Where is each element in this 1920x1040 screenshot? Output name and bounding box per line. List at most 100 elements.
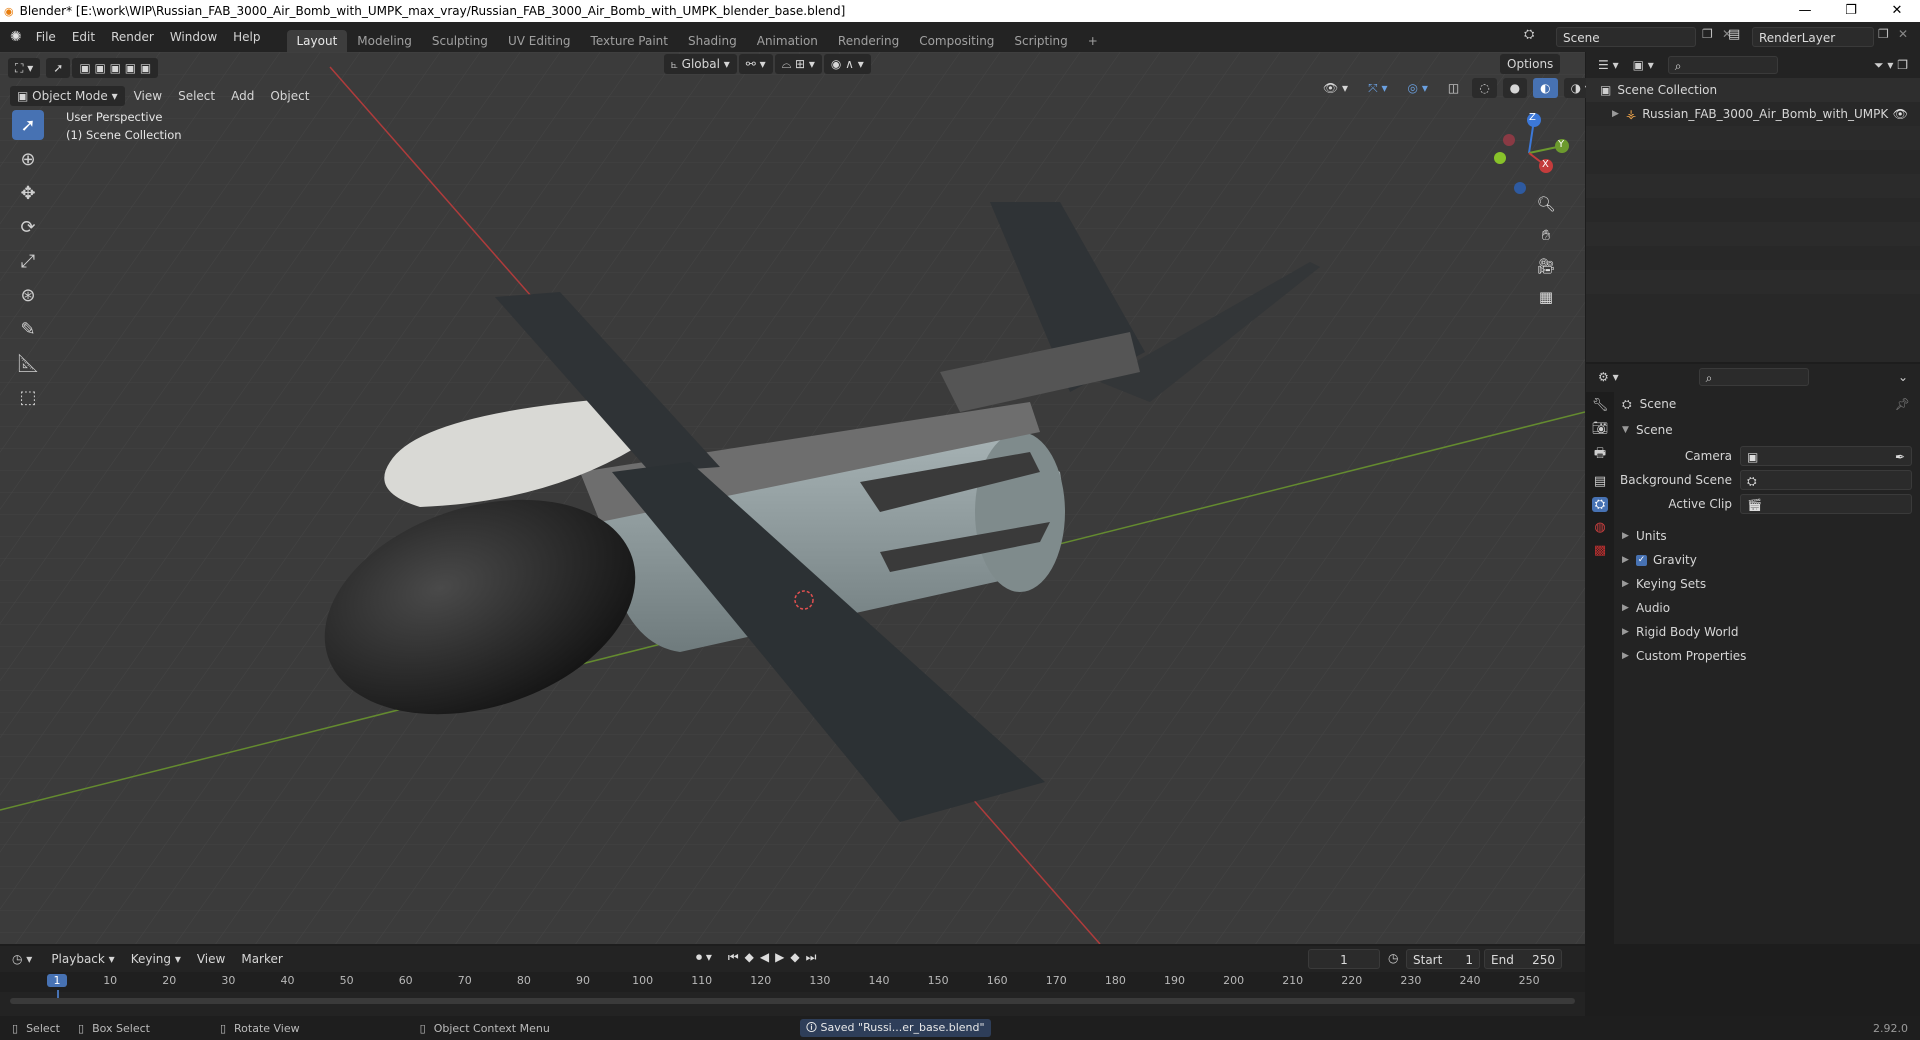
visibility-eye-icon[interactable]: 👁︎ xyxy=(1893,107,1908,121)
frame-ruler[interactable]: 1 10 20 30 40 50 60 70 80 90 100 110 120 130 140 150 160… xyxy=(0,972,1585,1004)
panel-audio[interactable]: ▶ Audio xyxy=(1618,596,1914,620)
tab-shading[interactable]: Shading xyxy=(678,30,747,52)
pivot-icon[interactable]: ⚯ ▾ xyxy=(738,54,773,74)
camera-field[interactable]: ▣ ✒ xyxy=(1740,446,1912,466)
cursor-tool[interactable]: ⊕ xyxy=(12,144,44,174)
play-icon[interactable]: ▶ xyxy=(775,950,784,965)
visibility-eye-icon[interactable]: 👁︎ ▾ xyxy=(1316,78,1355,98)
record-icon[interactable]: ⏺ ▾ xyxy=(696,950,712,965)
add-cube-tool[interactable]: ⬚ xyxy=(12,382,44,412)
tab-rendering[interactable]: Rendering xyxy=(828,30,909,52)
annotate-tool[interactable]: ✎ xyxy=(12,314,44,344)
xray-icon[interactable]: ◫ xyxy=(1441,78,1466,98)
panel-units[interactable]: ▶ Units xyxy=(1618,524,1914,548)
minimize-button[interactable]: — xyxy=(1782,0,1828,22)
zoom-icon[interactable]: 🔍︎ xyxy=(1532,190,1560,218)
view-layer-icon[interactable]: ▤ xyxy=(1728,27,1740,42)
tab-modeling[interactable]: Modeling xyxy=(347,30,422,52)
playback-menu[interactable]: Playback ▾ xyxy=(44,949,121,969)
scene-selector[interactable]: Scene xyxy=(1556,27,1696,47)
next-keyframe-icon[interactable]: ◆ xyxy=(790,950,799,965)
scene-section-header[interactable]: ▼ Scene xyxy=(1618,418,1914,442)
menu-help[interactable]: Help xyxy=(225,22,268,52)
prev-keyframe-icon[interactable]: ◆ xyxy=(745,950,754,965)
properties-editor-icon[interactable]: ⚙ ▾ xyxy=(1598,370,1619,384)
select-mode-icon[interactable]: ➚ xyxy=(46,58,71,78)
restore-button[interactable]: ❐ xyxy=(1828,0,1874,22)
scale-tool[interactable]: ⤢ xyxy=(12,246,44,276)
camera-view-icon[interactable]: 🎥︎ xyxy=(1532,252,1560,280)
tab-compositing[interactable]: Compositing xyxy=(909,30,1004,52)
menu-select[interactable]: Select xyxy=(171,86,222,106)
end-frame-field[interactable]: End 250 xyxy=(1484,949,1562,969)
current-frame-marker[interactable]: 1 xyxy=(47,974,67,987)
jump-start-icon[interactable]: ⏮ xyxy=(728,950,739,965)
editor-type-icon[interactable]: ⛶ ▾ xyxy=(8,58,41,78)
3d-viewport[interactable]: User Perspective (1) Scene Collection ➚ … xyxy=(0,52,1585,944)
proportional-edit-icon[interactable]: ◉ ∧ ▾ xyxy=(823,54,871,74)
select-box-tool[interactable]: ➚ xyxy=(12,110,44,140)
jump-end-icon[interactable]: ⏭ xyxy=(806,950,817,965)
menu-view[interactable]: View xyxy=(127,86,169,106)
delete-layer-icon[interactable]: ✕ xyxy=(1898,27,1908,41)
close-button[interactable]: ✕ xyxy=(1874,0,1920,22)
keying-menu[interactable]: Keying ▾ xyxy=(124,949,188,969)
scene-icon[interactable]: ⛭ xyxy=(1524,27,1534,42)
orientation-dropdown[interactable]: ⦜ Global ▾ xyxy=(664,54,737,74)
outliner-root-row[interactable]: ▣ Scene Collection xyxy=(1586,78,1920,102)
tab-layout[interactable]: Layout xyxy=(286,30,348,52)
move-tool[interactable]: ✥ xyxy=(12,178,44,208)
display-mode-icon[interactable]: ▣ ▾ xyxy=(1633,58,1654,72)
outliner-editor-icon[interactable]: ☰ ▾ xyxy=(1598,58,1619,72)
properties-search-input[interactable]: ⌕ xyxy=(1698,368,1809,386)
preview-range-icon[interactable]: ◷ xyxy=(1388,951,1398,965)
options-dropdown[interactable]: Options xyxy=(1500,54,1561,74)
measure-tool[interactable]: 📐︎ xyxy=(12,348,44,378)
panel-custom-properties[interactable]: ▶ Custom Properties xyxy=(1618,644,1914,668)
blender-menu-icon[interactable]: ✺ xyxy=(10,29,22,45)
tab-sculpting[interactable]: Sculpting xyxy=(422,30,498,52)
world-tab-icon[interactable]: ◍ xyxy=(1594,520,1605,535)
menu-edit[interactable]: Edit xyxy=(64,22,103,52)
rotate-tool[interactable]: ⟳ xyxy=(12,212,44,242)
menu-file[interactable]: File xyxy=(28,22,64,52)
shading-wireframe-icon[interactable]: ◌ xyxy=(1472,78,1497,98)
render-tab-icon[interactable]: 📷︎ xyxy=(1592,421,1609,436)
panel-gravity[interactable]: ▶ ✓ Gravity xyxy=(1618,548,1914,572)
renderlayer-selector[interactable]: RenderLayer xyxy=(1752,27,1874,47)
tab-scripting[interactable]: Scripting xyxy=(1004,30,1077,52)
tab-texture-paint[interactable]: Texture Paint xyxy=(581,30,678,52)
timeline-editor-icon[interactable]: ◷ ▾ xyxy=(12,952,32,966)
menu-render[interactable]: Render xyxy=(103,22,162,52)
panel-keying-sets[interactable]: ▶ Keying Sets xyxy=(1618,572,1914,596)
active-clip-field[interactable]: 🎬︎ xyxy=(1740,494,1912,514)
gizmo-toggle-icon[interactable]: ⤧ ▾ xyxy=(1361,78,1394,98)
menu-object[interactable]: Object xyxy=(263,86,316,106)
tool-tab-icon[interactable]: 🔧︎ xyxy=(1592,398,1609,413)
menu-window[interactable]: Window xyxy=(162,22,225,52)
timeline-view-menu[interactable]: View xyxy=(190,949,232,969)
scene-tab-icon[interactable]: ⛭ xyxy=(1591,497,1609,512)
shading-solid-icon[interactable]: ● xyxy=(1502,78,1528,98)
snap-icon[interactable]: ⌓ ⊞ ▾ xyxy=(774,54,822,74)
overlay-toggle-icon[interactable]: ◎ ▾ xyxy=(1401,78,1435,98)
current-frame-field[interactable]: 1 xyxy=(1308,949,1380,969)
outliner-search-input[interactable]: ⌕ xyxy=(1667,56,1778,74)
start-frame-field[interactable]: Start 1 xyxy=(1406,949,1480,969)
tab-animation[interactable]: Animation xyxy=(747,30,828,52)
collapse-icon[interactable]: ⌄ xyxy=(1898,370,1908,384)
navigation-gizmo[interactable]: Z Y X xyxy=(1484,108,1574,198)
object-mode-dropdown[interactable]: ▣ Object Mode ▾ xyxy=(10,86,125,106)
new-layer-icon[interactable]: ❐ xyxy=(1878,27,1889,41)
view-layer-tab-icon[interactable]: ▤ xyxy=(1594,474,1606,489)
pan-hand-icon[interactable]: ✋︎ xyxy=(1532,221,1560,249)
output-tab-icon[interactable]: 🖶︎ xyxy=(1594,444,1606,466)
select-set-icons[interactable]: ▣ ▣ ▣ ▣ ▣ xyxy=(72,58,159,78)
background-scene-field[interactable]: ⛭ xyxy=(1740,470,1912,490)
texture-tab-icon[interactable]: ▩ xyxy=(1594,543,1606,558)
ortho-grid-icon[interactable]: ▦ xyxy=(1532,283,1560,311)
shading-material-icon[interactable]: ◐ xyxy=(1533,78,1558,98)
gravity-checkbox[interactable]: ✓ xyxy=(1636,554,1647,566)
filter-icon[interactable]: ⏷ ▾ ❐ xyxy=(1874,58,1908,73)
eyedropper-icon[interactable]: ✒ xyxy=(1895,447,1905,467)
